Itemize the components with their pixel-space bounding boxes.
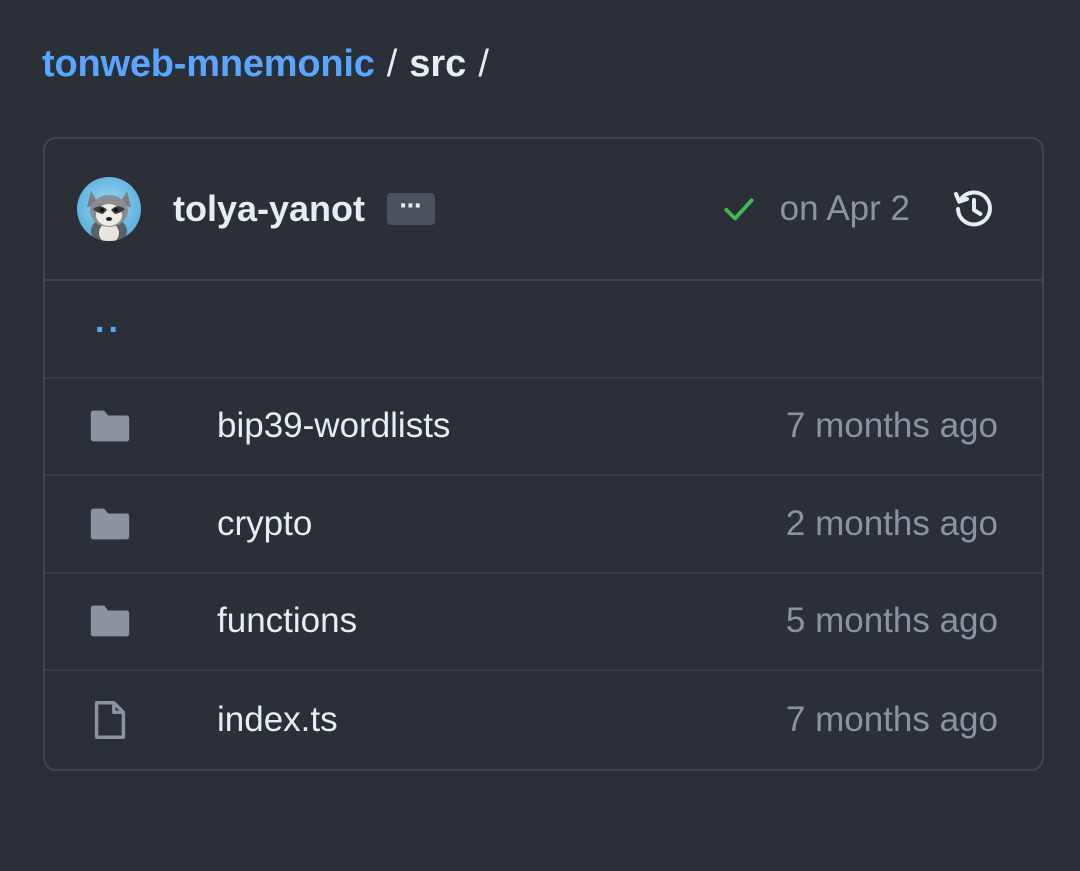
file-age: 7 months ago: [785, 699, 998, 739]
folder-icon: [90, 508, 130, 540]
check-icon[interactable]: [720, 190, 758, 228]
history-icon[interactable]: [950, 185, 998, 233]
commit-date: on Apr 2: [779, 189, 910, 228]
file-age: 7 months ago: [785, 406, 998, 446]
commit-more-button[interactable]: ⋯: [387, 193, 436, 225]
file-name[interactable]: crypto: [217, 504, 312, 544]
file-name[interactable]: functions: [217, 601, 357, 641]
breadcrumb-trailing-separator: /: [478, 43, 489, 85]
breadcrumb-current-dir: src: [409, 43, 467, 85]
file-row[interactable]: crypto 2 months ago: [45, 476, 1042, 574]
breadcrumb-repo-link[interactable]: tonweb-mnemonic: [42, 38, 375, 90]
parent-directory-row[interactable]: ..: [45, 281, 1042, 379]
author-avatar[interactable]: [77, 177, 141, 241]
file-name[interactable]: bip39-wordlists: [217, 406, 450, 446]
file-age: 2 months ago: [785, 503, 998, 543]
commit-author[interactable]: tolya-yanot: [173, 188, 365, 230]
folder-icon: [90, 410, 130, 442]
latest-commit-bar: tolya-yanot ⋯ on Apr 2: [45, 139, 1042, 281]
file-row[interactable]: functions 5 months ago: [45, 574, 1042, 671]
breadcrumb-separator: /: [386, 43, 398, 85]
breadcrumb: tonweb-mnemonic / src /: [42, 38, 501, 90]
file-name[interactable]: index.ts: [217, 700, 338, 740]
file-browser: tolya-yanot ⋯ on Apr 2 .. bip39-wordlist…: [43, 137, 1044, 771]
file-icon: [94, 700, 126, 739]
file-row[interactable]: bip39-wordlists 7 months ago: [45, 379, 1042, 476]
file-row[interactable]: index.ts 7 months ago: [45, 671, 1042, 769]
parent-directory-link[interactable]: ..: [95, 302, 122, 341]
folder-icon: [90, 605, 130, 637]
file-age: 5 months ago: [785, 601, 998, 641]
